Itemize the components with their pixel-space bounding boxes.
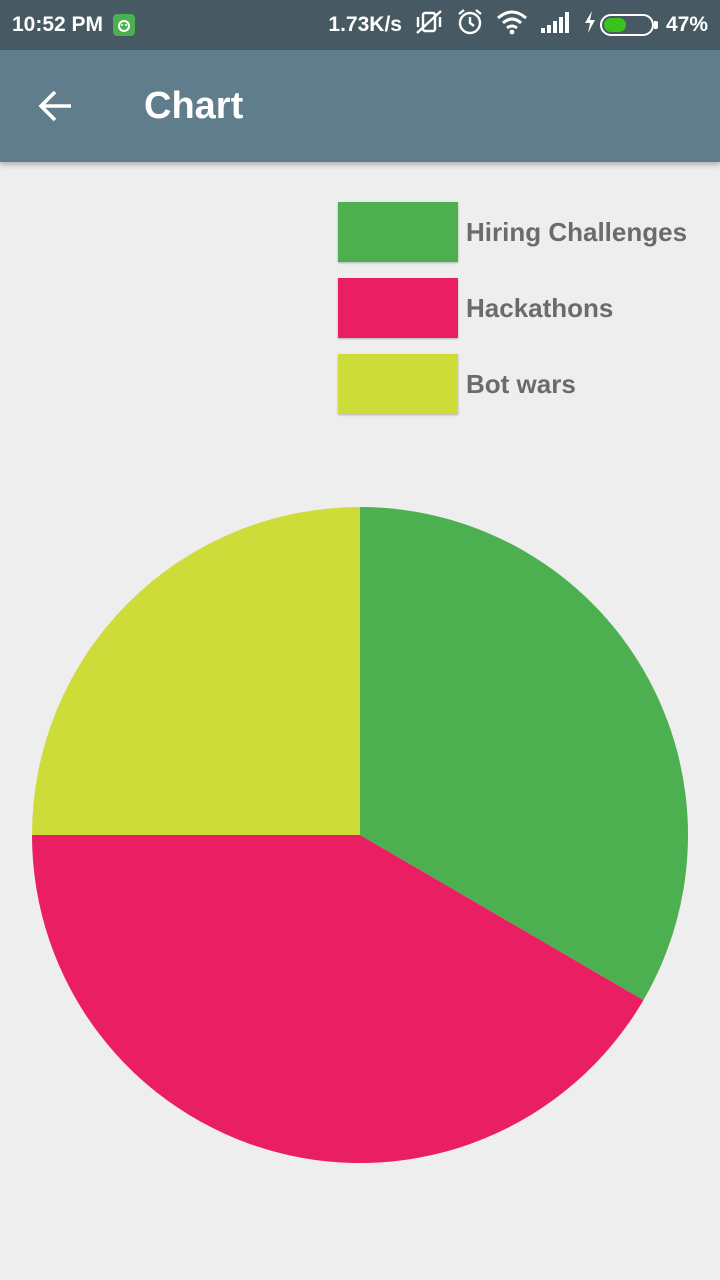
legend-swatch bbox=[338, 278, 458, 338]
app-notification-icon bbox=[113, 14, 136, 36]
legend-label: Hackathons bbox=[466, 292, 614, 323]
page-title: Chart bbox=[144, 84, 244, 127]
battery-level-fill bbox=[603, 18, 626, 32]
legend-label: Bot wars bbox=[466, 368, 576, 399]
legend-label: Hiring Challenges bbox=[466, 216, 688, 247]
pie-slice-bot-wars[interactable] bbox=[32, 507, 360, 835]
charging-icon bbox=[584, 11, 596, 39]
alarm-icon bbox=[456, 8, 484, 42]
arrow-back-icon bbox=[38, 90, 71, 122]
back-button[interactable] bbox=[0, 50, 112, 162]
legend-item: Hiring Challenges bbox=[338, 202, 687, 262]
wifi-icon bbox=[496, 9, 528, 41]
battery-icon bbox=[599, 14, 658, 36]
battery-cap bbox=[653, 21, 658, 29]
legend-swatch bbox=[338, 354, 458, 414]
battery-percent: 47% bbox=[665, 13, 708, 36]
vibrate-off-icon bbox=[414, 8, 444, 42]
status-right: 1.73K/s 47% bbox=[316, 8, 708, 42]
pie-chart-svg bbox=[32, 507, 688, 1163]
chart-legend: Hiring Challenges Hackathons Bot wars bbox=[338, 202, 687, 430]
signal-icon bbox=[540, 10, 572, 40]
net-speed: 1.73K/s bbox=[328, 13, 402, 36]
legend-item: Bot wars bbox=[338, 354, 687, 414]
legend-item: Hackathons bbox=[338, 278, 687, 338]
app-bar: Chart bbox=[0, 50, 720, 162]
status-bar: 10:52 PM 1.73K/s 47% bbox=[0, 0, 720, 50]
legend-swatch bbox=[338, 202, 458, 262]
status-left: 10:52 PM bbox=[12, 13, 145, 37]
pie-chart bbox=[30, 505, 690, 1165]
status-time: 10:52 PM bbox=[12, 13, 104, 36]
